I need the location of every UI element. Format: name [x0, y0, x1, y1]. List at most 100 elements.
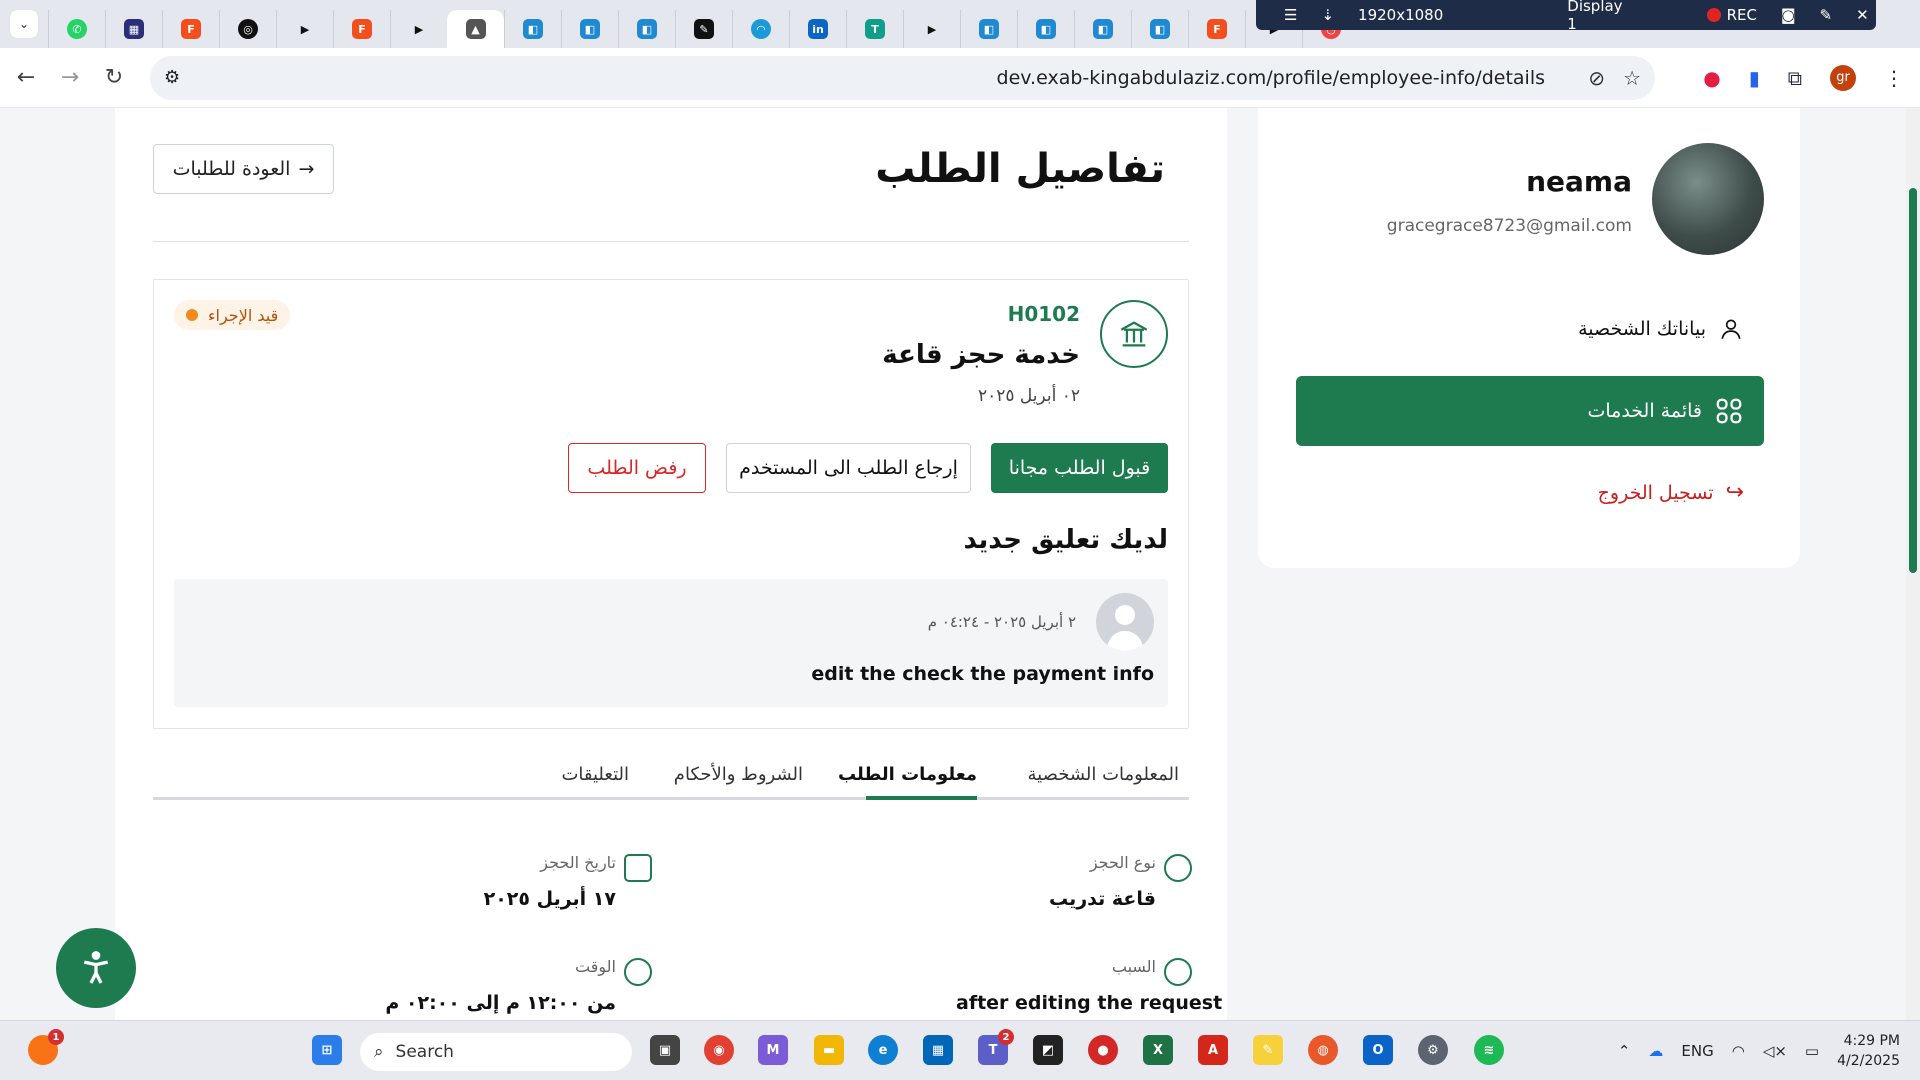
- system-clock[interactable]: 4:29 PM 4/2/2025: [1837, 1031, 1900, 1071]
- scrollbar-thumb[interactable]: [1909, 188, 1917, 573]
- status-dot-icon: [186, 309, 198, 321]
- tau-icon: T: [865, 19, 885, 39]
- eye-off-icon[interactable]: ⊘: [1588, 66, 1605, 90]
- play-icon: ▶: [300, 22, 310, 36]
- active-tab-underline: [866, 796, 977, 800]
- clipboard-icon[interactable]: ▮: [1749, 66, 1760, 90]
- onedrive-icon[interactable]: ☁: [1648, 1042, 1663, 1060]
- pencil-icon[interactable]: ✎: [1820, 6, 1833, 24]
- taskbar-search[interactable]: ⌕ Search: [360, 1033, 632, 1071]
- firefox-icon[interactable]: ◍: [1308, 1035, 1338, 1065]
- figma-icon: F: [1207, 19, 1227, 39]
- browser-tab[interactable]: ▶: [276, 10, 333, 48]
- whatsapp-icon: ✆: [67, 19, 87, 39]
- profile-avatar[interactable]: gr: [1830, 64, 1856, 91]
- browser-tab[interactable]: F: [333, 10, 390, 48]
- sidebar-item-personal-data[interactable]: بياناتك الشخصية: [1578, 316, 1744, 342]
- menu-icon[interactable]: ☰: [1284, 6, 1297, 24]
- settings-gear-icon[interactable]: ⚙: [1418, 1035, 1448, 1065]
- browser-tab[interactable]: ▶: [390, 10, 447, 48]
- reload-icon[interactable]: ↻: [96, 60, 132, 96]
- reject-request-button[interactable]: رفض الطلب: [568, 443, 706, 493]
- browser-tab[interactable]: ▦: [105, 10, 162, 48]
- browser-tab[interactable]: ▶: [903, 10, 960, 48]
- extension-icon[interactable]: ●: [1703, 66, 1720, 90]
- wifi-icon[interactable]: ◠: [1732, 1042, 1745, 1060]
- screen-recorder-bar: ☰ ⇣ 1920x1080 Display 1 REC ◙ ✎ ✕: [1256, 0, 1876, 33]
- edge-icon[interactable]: e: [868, 1035, 898, 1065]
- language-indicator[interactable]: ENG: [1681, 1042, 1713, 1060]
- tab-personal-info[interactable]: المعلومات الشخصية: [1028, 764, 1179, 785]
- browser-tab[interactable]: ◧: [960, 10, 1017, 48]
- record-icon[interactable]: ●: [1088, 1035, 1118, 1065]
- recorder-display[interactable]: Display 1: [1567, 0, 1622, 33]
- battery-icon[interactable]: ▭: [1805, 1042, 1819, 1060]
- tab-request-info[interactable]: معلومات الطلب: [838, 764, 977, 785]
- chrome-icon[interactable]: ◉: [704, 1035, 734, 1065]
- figma-icon: F: [181, 19, 201, 39]
- browser-tab[interactable]: T: [846, 10, 903, 48]
- system-tray: ⌃ ☁ ENG ◠ ◁× ▭ 4:29 PM 4/2/2025: [1618, 1031, 1900, 1071]
- back-arrow-icon[interactable]: ←: [8, 60, 44, 96]
- browser-tab[interactable]: ◧: [504, 10, 561, 48]
- reason-field: السبب after editing the request: [956, 957, 1222, 1014]
- recorder-resolution: 1920x1080: [1358, 6, 1444, 24]
- url-field[interactable]: ⚙ dev.exab-kingabdulaziz.com/profile/emp…: [150, 55, 1655, 100]
- address-bar: ← → ↻ ⚙ dev.exab-kingabdulaziz.com/profi…: [0, 48, 1920, 108]
- sidebar-item-services-list[interactable]: قائمة الخدمات: [1296, 376, 1764, 446]
- store-icon[interactable]: ▦: [923, 1035, 953, 1065]
- booking-date-value: ١٧ أبريل ٢٠٢٥: [483, 888, 616, 910]
- tab-search-button[interactable]: ⌄: [10, 10, 38, 38]
- openai-icon: ◎: [238, 19, 258, 39]
- tab-terms[interactable]: الشروط والأحكام: [674, 764, 803, 785]
- page-viewport: تفاصيل الطلب العودة للطلبات → H0102 خدمة…: [0, 108, 1920, 1020]
- browser-tab[interactable]: ◧: [561, 10, 618, 48]
- browser-tab[interactable]: in: [789, 10, 846, 48]
- browser-tab[interactable]: ◧: [1131, 10, 1188, 48]
- spotify-icon[interactable]: ≋: [1474, 1035, 1504, 1065]
- excel-icon[interactable]: X: [1143, 1035, 1173, 1065]
- notification-center-icon[interactable]: 1: [28, 1029, 64, 1065]
- browser-tab[interactable]: ✆: [48, 10, 105, 48]
- request-details-card: تفاصيل الطلب العودة للطلبات → H0102 خدمة…: [115, 108, 1227, 1020]
- sidebar-item-logout[interactable]: تسجيل الخروج ↪: [1598, 480, 1744, 505]
- task-view-icon[interactable]: ▣: [650, 1035, 680, 1065]
- rec-indicator[interactable]: REC: [1706, 6, 1757, 24]
- page-scrollbar[interactable]: [1906, 108, 1920, 1020]
- bookmark-star-icon[interactable]: ☆: [1623, 66, 1641, 90]
- forward-arrow-icon[interactable]: →: [52, 60, 88, 96]
- windows-start-icon[interactable]: ⊞: [312, 1035, 342, 1065]
- puzzle-icon[interactable]: ⧉: [1788, 66, 1802, 90]
- browser-tab[interactable]: ◧: [618, 10, 675, 48]
- teams-icon[interactable]: T2: [978, 1029, 1014, 1065]
- chevron-up-icon[interactable]: ⌃: [1618, 1042, 1631, 1060]
- browser-tab-active[interactable]: ▲: [447, 10, 504, 48]
- return-to-user-button[interactable]: إرجاع الطلب الى المستخدم: [726, 443, 971, 493]
- accept-request-button[interactable]: قبول الطلب مجانا: [991, 443, 1168, 493]
- browser-tab[interactable]: ◧: [1017, 10, 1074, 48]
- close-icon[interactable]: ✕: [1856, 6, 1869, 24]
- calendar-icon: [624, 854, 652, 882]
- pin-icon[interactable]: ⇣: [1321, 6, 1334, 24]
- outlook-icon[interactable]: O: [1363, 1035, 1393, 1065]
- browser-tab-bar: ⌄ ✆ ▦ F ◎ ▶ F ▶ ▲ ◧ ◧ ◧ ✎ ◠ in T ▶ ◧ ◧ ◧…: [0, 0, 1920, 48]
- m365-icon[interactable]: M: [758, 1035, 788, 1065]
- notes-icon[interactable]: ✎: [1253, 1035, 1283, 1065]
- browser-tab[interactable]: F: [1188, 10, 1245, 48]
- browser-tab[interactable]: ◎: [219, 10, 276, 48]
- acrobat-icon[interactable]: A: [1198, 1035, 1228, 1065]
- sticky-notes-icon[interactable]: ◩: [1033, 1035, 1063, 1065]
- browser-tab[interactable]: ◧: [1074, 10, 1131, 48]
- browser-tab[interactable]: ◠: [732, 10, 789, 48]
- camera-icon[interactable]: ◙: [1781, 6, 1796, 24]
- browser-tab[interactable]: F: [162, 10, 219, 48]
- browser-tab[interactable]: ✎: [675, 10, 732, 48]
- back-to-requests-button[interactable]: العودة للطلبات →: [153, 144, 334, 194]
- kebab-menu-icon[interactable]: ⋮: [1884, 66, 1904, 90]
- time-value: من ١٢:٠٠ م إلى ٠٢:٠٠ م: [385, 992, 616, 1014]
- tab-comments[interactable]: التعليقات: [561, 764, 629, 785]
- file-explorer-icon[interactable]: ▬: [814, 1035, 844, 1065]
- site-settings-icon[interactable]: ⚙: [164, 67, 180, 88]
- volume-muted-icon[interactable]: ◁×: [1763, 1042, 1787, 1060]
- accessibility-button[interactable]: [56, 928, 136, 1008]
